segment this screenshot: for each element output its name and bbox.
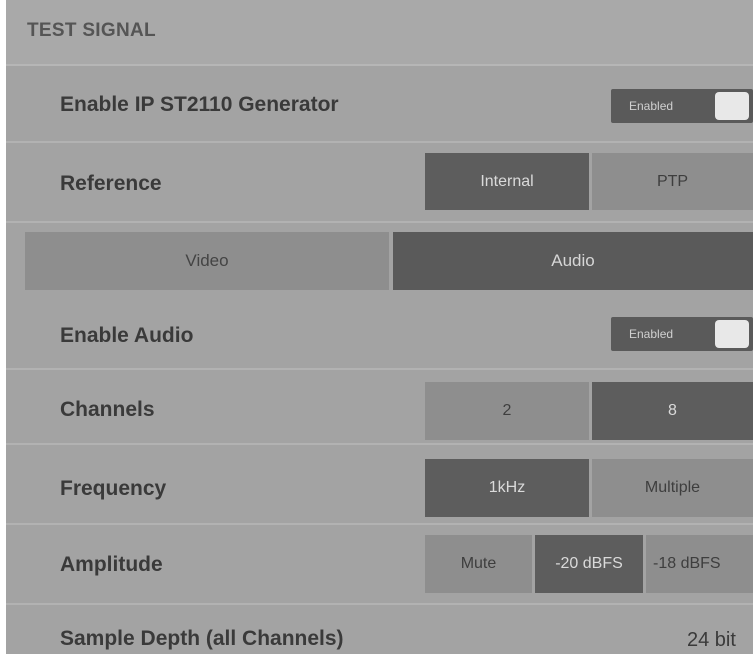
frequency-multiple-button[interactable]: Multiple [592,459,753,517]
toggle-knob [715,320,749,348]
generator-label: Enable IP ST2110 Generator [60,93,339,116]
reference-row: Reference Internal PTP [6,143,753,223]
amplitude-minus18-button[interactable]: -18 dBFS [646,535,753,593]
generator-toggle-text: Enabled [629,99,674,113]
toggle-knob [715,92,749,120]
channels-8-button[interactable]: 8 [592,382,753,440]
test-signal-panel: TEST SIGNAL Enable IP ST2110 Generator E… [6,0,753,654]
channels-label: Channels [60,398,155,421]
frequency-label: Frequency [60,477,167,500]
reference-label: Reference [60,172,162,195]
enable-audio-toggle-text: Enabled [629,327,674,341]
reference-ptp-button[interactable]: PTP [592,153,753,210]
amplitude-mute-button[interactable]: Mute [425,535,532,593]
generator-row: Enable IP ST2110 Generator Enabled [6,66,753,143]
tab-video[interactable]: Video [25,232,389,290]
panel-title: TEST SIGNAL [27,20,156,41]
reference-internal-button[interactable]: Internal [425,153,589,210]
amplitude-label: Amplitude [60,553,163,576]
enable-audio-row: Enable Audio Enabled [6,296,753,370]
sample-depth-row: Sample Depth (all Channels) 24 bit [6,605,753,654]
enable-audio-label: Enable Audio [60,324,194,347]
sample-depth-label: Sample Depth (all Channels) [60,627,344,650]
sample-depth-value: 24 bit [687,629,736,651]
generator-toggle[interactable]: Enabled [611,89,753,123]
panel-header: TEST SIGNAL [6,0,753,66]
tab-audio[interactable]: Audio [393,232,753,290]
amplitude-minus20-button[interactable]: -20 dBFS [535,535,643,593]
frequency-1khz-button[interactable]: 1kHz [425,459,589,517]
channels-row: Channels 2 8 [6,370,753,445]
channels-2-button[interactable]: 2 [425,382,589,440]
enable-audio-toggle[interactable]: Enabled [611,317,753,351]
signal-tabs: Video Audio [25,232,753,290]
frequency-row: Frequency 1kHz Multiple [6,445,753,525]
amplitude-row: Amplitude Mute -20 dBFS -18 dBFS [6,525,753,605]
